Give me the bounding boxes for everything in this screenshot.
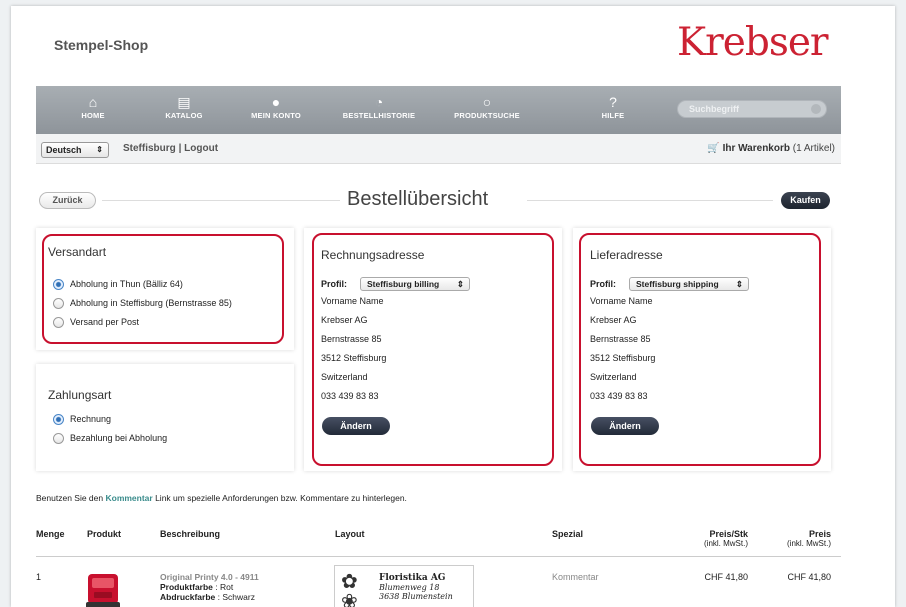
payment-panel: Zahlungsart Rechnung Bezahlung bei Abhol… — [36, 364, 294, 471]
shop-title: Stempel-Shop — [54, 37, 149, 53]
main-navigation: ⌂ HOME ▤ KATALOG ● MEIN KONTO ◔ BESTELLH… — [36, 86, 841, 134]
cart-link[interactable]: 🛒 Ihr Warenkorb (1 Artikel) — [707, 143, 835, 154]
highlight-frame — [312, 233, 554, 466]
product-name[interactable]: Original Printy 4.0 - 4911 — [160, 572, 259, 582]
language-value: Deutsch — [46, 145, 82, 155]
divider — [102, 200, 340, 201]
search-input[interactable] — [678, 101, 796, 117]
account-links: Steffisburg | Logout — [123, 143, 218, 154]
nav-label: BESTELLHISTORIE — [342, 111, 416, 120]
nav-label: HOME — [81, 111, 105, 120]
comment-link[interactable]: Kommentar — [552, 572, 599, 582]
cart-count: (1 Artikel) — [792, 143, 835, 154]
select-arrows-icon: ⇕ — [96, 145, 103, 154]
layout-text: Floristika AG Blumenweg 18 3638 Blumenst… — [379, 573, 453, 602]
sub-navigation: Deutsch ⇕ Steffisburg | Logout 🛒 Ihr War… — [36, 134, 841, 164]
col-price: Preis (inkl. MwSt.) — [787, 529, 831, 548]
search-icon[interactable] — [811, 104, 821, 114]
product-description: Original Printy 4.0 - 4911 Produktfarbe … — [160, 572, 259, 602]
nav-product-search[interactable]: ○ PRODUKTSUCHE — [442, 86, 532, 134]
nav-label: MEIN KONTO — [251, 111, 301, 120]
comment-hint: Benutzen Sie den Kommentar Link um spezi… — [36, 493, 407, 503]
location-link[interactable]: Steffisburg — [123, 143, 176, 154]
user-icon: ● — [271, 94, 281, 110]
radio-icon — [53, 433, 64, 445]
highlight-frame — [42, 234, 284, 344]
catalog-icon: ▤ — [177, 94, 191, 110]
comment-link[interactable]: Kommentar — [105, 493, 152, 503]
krebser-logo[interactable]: Krebser — [677, 20, 829, 65]
highlight-frame — [579, 233, 821, 466]
stamp-layout-preview: ✿ ❀ Floristika AG Blumenweg 18 3638 Blume… — [334, 565, 474, 607]
language-select[interactable]: Deutsch ⇕ — [41, 142, 109, 158]
nav-label: KATALOG — [165, 111, 203, 120]
divider — [527, 200, 773, 201]
nav-label: HILFE — [601, 111, 625, 120]
payment-option[interactable]: Rechnung — [53, 414, 112, 426]
row-unit-price: CHF 41,80 — [704, 572, 748, 582]
col-product: Produkt — [87, 529, 122, 539]
product-image — [84, 572, 122, 607]
col-qty: Menge — [36, 529, 65, 539]
cart-label: Ihr Warenkorb — [722, 143, 790, 154]
flower-icon: ✿ ❀ — [341, 571, 358, 607]
nav-home[interactable]: ⌂ HOME — [48, 86, 138, 134]
row-price: CHF 41,80 — [787, 572, 831, 582]
separator: | — [178, 143, 182, 154]
nav-order-history[interactable]: ◔ BESTELLHISTORIE — [334, 86, 424, 134]
col-special: Spezial — [552, 529, 584, 539]
back-button[interactable]: Zurück — [39, 192, 96, 209]
nav-help[interactable]: ? HILFE — [568, 86, 658, 134]
payment-title: Zahlungsart — [48, 388, 112, 402]
nav-catalog[interactable]: ▤ KATALOG — [139, 86, 229, 134]
option-label: Bezahlung bei Abholung — [70, 433, 168, 443]
payment-option[interactable]: Bezahlung bei Abholung — [53, 433, 168, 445]
radio-selected-icon — [53, 414, 64, 426]
search-icon: ○ — [482, 94, 492, 110]
home-icon: ⌂ — [88, 94, 98, 110]
col-description: Beschreibung — [160, 529, 221, 539]
buy-button[interactable]: Kaufen — [781, 192, 830, 209]
history-icon: ◔ — [374, 94, 384, 110]
nav-label: PRODUKTSUCHE — [454, 111, 520, 120]
option-label: Rechnung — [70, 414, 112, 424]
table-header-divider — [36, 556, 841, 557]
col-unit-price: Preis/Stk (inkl. MwSt.) — [704, 529, 748, 548]
row-qty: 1 — [36, 572, 42, 582]
cart-icon: 🛒 — [707, 143, 720, 154]
help-icon: ? — [609, 94, 617, 110]
search-box — [677, 100, 827, 118]
col-layout: Layout — [335, 529, 365, 539]
page: Stempel-Shop Krebser ⌂ HOME ▤ KATALOG ● … — [11, 6, 895, 607]
logout-link[interactable]: Logout — [184, 143, 218, 154]
nav-account[interactable]: ● MEIN KONTO — [231, 86, 321, 134]
page-title: Bestellübersicht — [347, 188, 489, 210]
